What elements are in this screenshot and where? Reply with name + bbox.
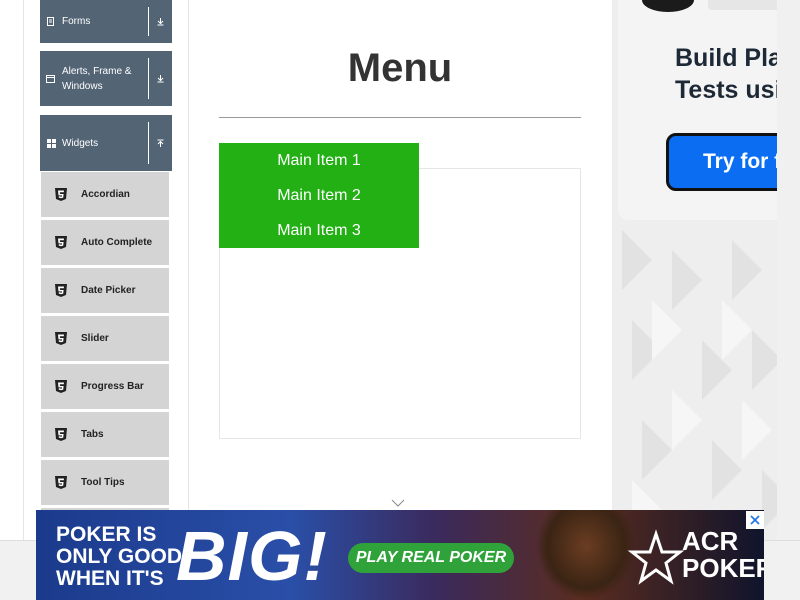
sidebar-item-progress-bar[interactable]: Progress Bar <box>41 364 169 410</box>
html5-icon <box>41 236 81 249</box>
sidebar-group-widgets[interactable]: Widgets <box>40 115 172 171</box>
html5-icon <box>41 332 81 345</box>
sidebar-item-label: Slider <box>81 333 109 344</box>
sidebar-item-auto-complete[interactable]: Auto Complete <box>41 220 169 266</box>
ad-person-image <box>536 510 636 600</box>
sidebar-item-slider[interactable]: Slider <box>41 316 169 362</box>
sidebar-item-accordian[interactable]: Accordian <box>41 172 169 218</box>
bottom-advertisement[interactable]: POKER IS ONLY GOOD WHEN IT'S BIG! PLAY R… <box>36 510 764 600</box>
html5-icon <box>41 188 81 201</box>
right-advertisement[interactable]: Build Playw Tests usi Try for fre <box>612 0 800 540</box>
sidebar-item-label: Progress Bar <box>81 381 144 392</box>
ad-tagline: POKER IS ONLY GOOD WHEN IT'S <box>56 523 183 590</box>
sidebar-item-label: Date Picker <box>81 285 136 296</box>
sidebar-item-label: Tool Tips <box>81 477 125 488</box>
sidebar-item-label: Auto Complete <box>81 237 153 248</box>
ad-big-text: BIG! <box>176 517 328 595</box>
close-icon[interactable] <box>746 511 764 529</box>
html5-icon <box>41 428 81 441</box>
upload-arrow-icon[interactable] <box>148 122 172 164</box>
window-icon <box>40 74 62 83</box>
page-right-gutter <box>777 0 800 540</box>
sidebar-group-forms[interactable]: Forms <box>40 0 172 43</box>
sidebar-group-label: Widgets <box>62 137 99 149</box>
sidebar-item-label: Accordian <box>81 189 130 200</box>
download-arrow-icon[interactable] <box>148 58 172 99</box>
sidebar-item-date-picker[interactable]: Date Picker <box>41 268 169 314</box>
html5-icon <box>41 380 81 393</box>
menu-item-1[interactable]: Main Item 1 <box>219 143 419 178</box>
menu-item-2[interactable]: Main Item 2 <box>219 178 419 213</box>
sidebar-item-label: Tabs <box>81 429 104 440</box>
grid-icon <box>40 138 62 148</box>
file-icon <box>40 17 62 26</box>
main-menu: Main Item 1 Main Item 2 Main Item 3 <box>219 143 419 248</box>
ad-brand: ACR POKER <box>682 526 764 583</box>
download-arrow-icon[interactable] <box>148 7 172 36</box>
sidebar-item-tool-tips[interactable]: Tool Tips <box>41 460 169 506</box>
sidebar-group-label: Forms <box>62 16 91 27</box>
sidebar-item-tabs[interactable]: Tabs <box>41 412 169 458</box>
title-divider <box>219 117 581 118</box>
play-real-poker-button[interactable]: PLAY REAL POKER <box>348 543 514 573</box>
html5-icon <box>41 284 81 297</box>
html5-icon <box>41 476 81 489</box>
menu-item-3[interactable]: Main Item 3 <box>219 213 419 248</box>
page-title: Menu <box>347 46 453 90</box>
sidebar-group-label: Alerts, Frame & Windows <box>62 65 132 92</box>
sidebar-group-alerts[interactable]: Alerts, Frame & Windows <box>40 51 172 106</box>
